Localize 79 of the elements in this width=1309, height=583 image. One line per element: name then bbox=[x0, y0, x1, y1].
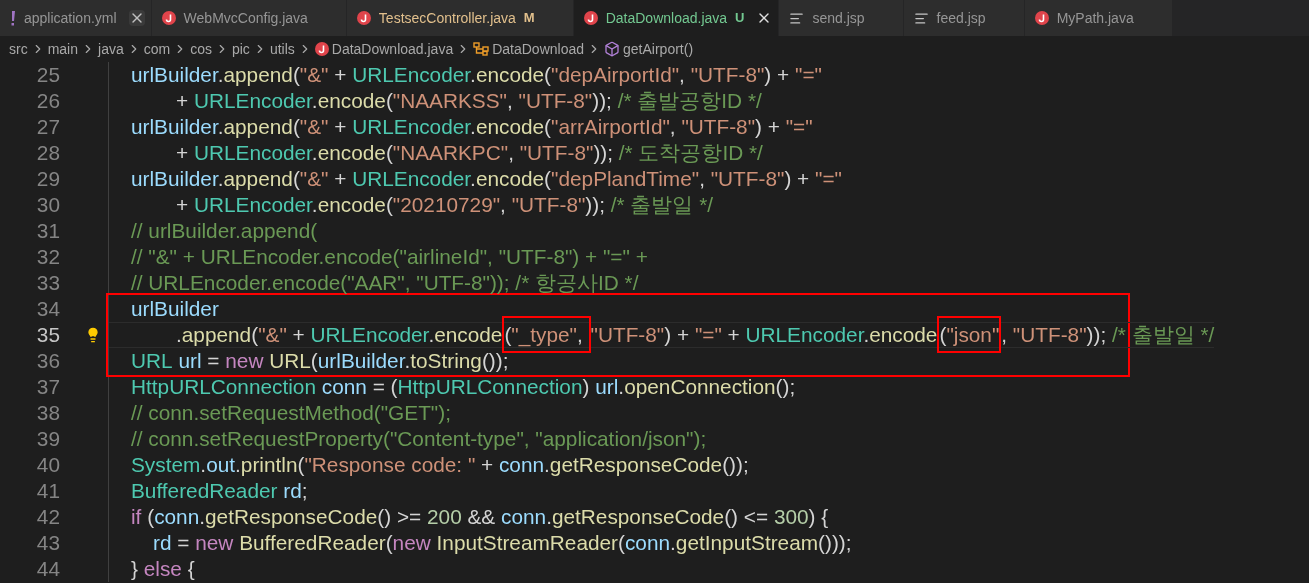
line-number: 30 bbox=[35, 193, 60, 217]
line-number: 42 bbox=[35, 505, 60, 529]
tab-label: TestsecController.java bbox=[378, 8, 516, 28]
breadcrumb-item[interactable]: src bbox=[9, 38, 28, 60]
code-line: rd = new BufferedReader(new InputStreamReader(conn.getInputStream())); bbox=[152, 530, 853, 556]
editor-tab[interactable]: application.yml bbox=[0, 0, 152, 36]
line-number: 34 bbox=[35, 297, 60, 321]
editor-tab[interactable]: MyPath.java bbox=[1024, 0, 1173, 36]
cube-icon bbox=[604, 41, 621, 57]
editor-tab[interactable]: WebMvcConfig.java bbox=[151, 0, 347, 36]
java-file-icon bbox=[314, 42, 329, 56]
breadcrumb-item[interactable]: getAirport() bbox=[623, 38, 694, 60]
java-file-icon bbox=[356, 11, 371, 25]
tab-label: send.jsp bbox=[812, 8, 865, 28]
code-line: HttpURLConnection conn = (HttpURLConnection) url.openConnection(); bbox=[130, 374, 797, 400]
java-file-icon bbox=[161, 11, 176, 25]
code-line: .append("&" + URLEncoder.encode("_type", "UTF-8") + "=" + URLEncoder.encode("json", "UTF-8")); /* 출발일 */ bbox=[109, 322, 1215, 348]
code-line: + URLEncoder.encode("NAARKPC", "UTF-8")); /* 도착공항ID */ bbox=[175, 140, 764, 166]
code-line: // conn.setRequestMethod("GET"); bbox=[130, 400, 452, 426]
breadcrumb-item[interactable]: main bbox=[47, 38, 79, 60]
line-number: 35 bbox=[35, 323, 60, 347]
git-status-label: M bbox=[523, 9, 535, 28]
code-line: urlBuilder.append("&" + URLEncoder.encode("depPlandTime", "UTF-8") + "=" bbox=[130, 166, 843, 192]
line-number: 44 bbox=[35, 557, 60, 581]
lightbulb-icon[interactable] bbox=[85, 327, 101, 343]
line-number: 38 bbox=[35, 401, 60, 425]
code-line: + URLEncoder.encode("20210729", "UTF-8")); /* 출발일 */ bbox=[175, 192, 715, 218]
tab-label: feed.jsp bbox=[936, 8, 986, 28]
code-line: // urlBuilder.append( bbox=[130, 218, 319, 244]
line-number: 29 bbox=[35, 167, 60, 191]
breadcrumb-item[interactable]: pic bbox=[231, 38, 250, 60]
tab-label: WebMvcConfig.java bbox=[183, 8, 308, 28]
exclamation-icon bbox=[10, 10, 16, 26]
tab-label: MyPath.java bbox=[1056, 8, 1134, 28]
line-number: 28 bbox=[35, 141, 60, 165]
line-number: 37 bbox=[35, 375, 60, 399]
code-line: + URLEncoder.encode("NAARKSS", "UTF-8")); /* 출발공항ID */ bbox=[175, 88, 763, 114]
line-number: 39 bbox=[35, 427, 60, 451]
line-number: 41 bbox=[35, 479, 60, 503]
text-lines-icon bbox=[913, 10, 929, 26]
breadcrumb-item[interactable]: com bbox=[143, 38, 171, 60]
line-number: 27 bbox=[35, 115, 60, 139]
line-number: 25 bbox=[35, 63, 60, 87]
breadcrumb-item[interactable]: DataDownload bbox=[492, 38, 585, 60]
editor-tab[interactable]: DataDownload.java U bbox=[573, 0, 780, 36]
code-line: // conn.setRequestProperty("Content-type", "application/json"); bbox=[130, 426, 708, 452]
code-line: urlBuilder bbox=[130, 296, 220, 322]
text-lines-icon bbox=[789, 10, 805, 26]
editor-tab[interactable]: feed.jsp bbox=[903, 0, 1025, 36]
code-line: // "&" + URLEncoder.encode("airlineId", "UTF-8") + "=" + bbox=[130, 244, 649, 270]
line-number: 32 bbox=[35, 245, 60, 269]
highlight-box: ("_type", bbox=[502, 316, 591, 353]
line-number: 43 bbox=[35, 531, 60, 555]
line-number: 31 bbox=[35, 219, 60, 243]
java-file-icon bbox=[1034, 11, 1049, 25]
code-line: // URLEncoder.encode("AAR", "UTF-8")); /* 항공사ID */ bbox=[130, 270, 640, 296]
line-number: 40 bbox=[35, 453, 60, 477]
code-line: BufferedReader rd; bbox=[130, 478, 309, 504]
breadcrumb-item[interactable]: cos bbox=[190, 38, 212, 60]
highlight-box: ("json" bbox=[937, 316, 1002, 353]
code-line: System.out.println("Response code: " + conn.getResponseCode()); bbox=[130, 452, 750, 478]
tab-label: application.yml bbox=[24, 8, 117, 28]
close-icon[interactable] bbox=[128, 10, 145, 26]
code-line: urlBuilder.append("&" + URLEncoder.encode("arrAirportId", "UTF-8") + "=" bbox=[130, 114, 814, 140]
class-icon bbox=[473, 42, 490, 56]
code-line: urlBuilder.append("&" + URLEncoder.encode("depAirportId", "UTF-8") + "=" bbox=[130, 62, 823, 88]
line-number: 26 bbox=[35, 89, 60, 113]
code-line: if (conn.getResponseCode() >= 200 && conn.getResponseCode() <= 300) { bbox=[130, 504, 830, 530]
java-file-icon bbox=[583, 11, 598, 25]
breadcrumb-item[interactable]: java bbox=[98, 38, 124, 60]
tab-label: DataDownload.java bbox=[605, 8, 728, 28]
git-status-label: U bbox=[735, 9, 745, 28]
line-number: 36 bbox=[35, 349, 60, 373]
breadcrumb-item[interactable]: utils bbox=[269, 38, 295, 60]
editor-tab[interactable]: send.jsp bbox=[779, 0, 904, 36]
code-line: } else { bbox=[130, 556, 196, 582]
editor-tab[interactable]: TestsecController.java M bbox=[346, 0, 574, 36]
breadcrumb-item[interactable]: DataDownload.java bbox=[331, 38, 454, 60]
line-number: 33 bbox=[35, 271, 60, 295]
